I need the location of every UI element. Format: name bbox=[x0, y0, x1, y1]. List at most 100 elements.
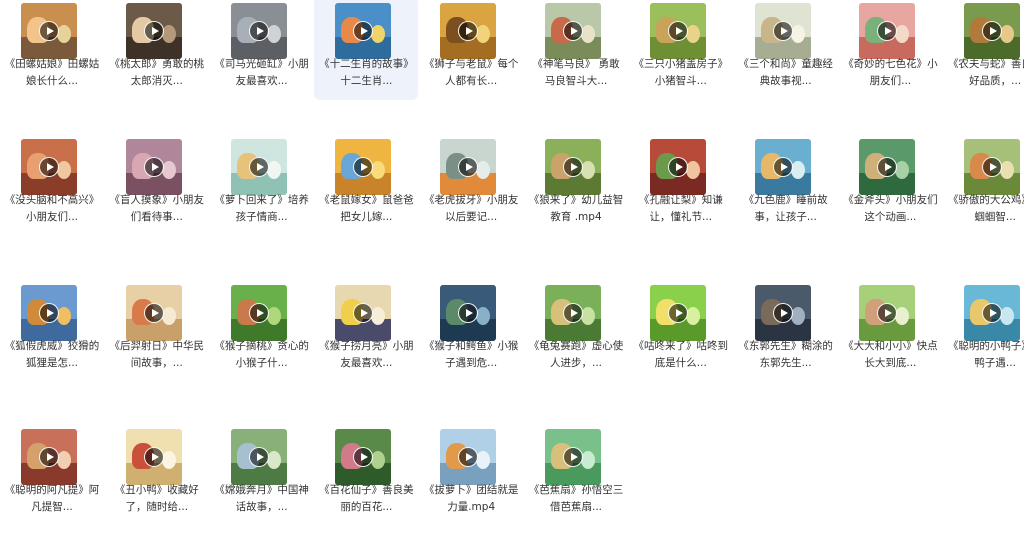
play-icon bbox=[39, 447, 59, 467]
video-file-item[interactable]: 《奇妙的七色花》小朋友们... bbox=[838, 0, 942, 100]
video-file-item[interactable]: 《萝卜回来了》培养孩子情商... bbox=[210, 132, 314, 228]
video-thumbnail[interactable] bbox=[335, 285, 392, 341]
video-file-item[interactable]: 《九色鹿》睡前故事，让孩子... bbox=[734, 132, 838, 228]
video-thumbnail[interactable] bbox=[230, 285, 287, 341]
thumbnail-character bbox=[790, 161, 805, 179]
video-thumbnail[interactable] bbox=[440, 3, 497, 59]
video-file-name: 《猴子捞月亮》小朋友最喜欢... bbox=[319, 340, 414, 369]
video-thumbnail[interactable] bbox=[21, 139, 77, 195]
video-thumbnail[interactable] bbox=[125, 139, 182, 195]
video-thumbnail[interactable] bbox=[964, 3, 1021, 59]
video-thumbnail[interactable] bbox=[649, 285, 706, 341]
video-thumbnail[interactable] bbox=[545, 285, 601, 341]
video-file-item[interactable]: 《聪明的阿凡提》阿凡提智... bbox=[0, 422, 104, 518]
video-thumbnail[interactable] bbox=[859, 285, 916, 341]
video-thumbnail[interactable] bbox=[125, 3, 182, 59]
video-file-item[interactable]: 《猴子和鳄鱼》小猴子遇到危... bbox=[419, 278, 523, 374]
video-file-name: 《盲人摸象》小朋友们看待事... bbox=[109, 194, 205, 223]
video-thumbnail[interactable] bbox=[21, 285, 77, 341]
video-file-item[interactable]: 《狐假虎威》狡猾的狐狸是怎... bbox=[0, 278, 104, 374]
video-file-item[interactable]: 《盲人摸象》小朋友们看待事... bbox=[105, 132, 209, 228]
video-thumbnail[interactable] bbox=[545, 139, 601, 195]
video-file-item[interactable]: 《后羿射日》中华民间故事，... bbox=[105, 278, 209, 374]
video-file-item[interactable]: 《骄傲的大公鸡》小蝈蝈智... bbox=[943, 132, 1024, 228]
video-file-item[interactable]: 《猴子摘桃》贪心的小猴子什... bbox=[210, 278, 314, 374]
video-file-item[interactable]: 《神笔马良》 勇敢马良智斗大... bbox=[524, 0, 628, 100]
video-file-item[interactable]: 《没头脑和不高兴》小朋友们... bbox=[0, 132, 104, 228]
video-file-name: 《桃太郎》勇敢的桃太郎消灭... bbox=[109, 58, 205, 87]
thumbnail-character bbox=[685, 307, 700, 325]
video-thumbnail[interactable] bbox=[649, 3, 706, 59]
play-icon bbox=[143, 157, 164, 177]
play-icon bbox=[143, 447, 164, 467]
thumbnail-character bbox=[57, 161, 71, 179]
video-file-item[interactable]: 《东郭先生》糊涂的东郭先生... bbox=[734, 278, 838, 374]
video-file-name: 《狐假虎威》狡猾的狐狸是怎... bbox=[4, 340, 100, 369]
video-file-item[interactable]: 《猴子捞月亮》小朋友最喜欢... bbox=[314, 278, 418, 374]
video-file-item[interactable]: 《芭蕉扇》孙悟空三借芭蕉扇... bbox=[524, 422, 628, 518]
video-file-name: 《龟兔赛跑》虚心使人进步，... bbox=[528, 340, 624, 369]
video-file-item[interactable]: 《三只小猪盖房子》小猪智斗... bbox=[629, 0, 733, 100]
video-file-name: 《聪明的小鸭子》小鸭子遇... bbox=[947, 340, 1024, 369]
video-file-item[interactable]: 《拔萝卜》团结就是力量.mp4 bbox=[419, 422, 523, 518]
video-file-name: 《狮子与老鼠》每个人都有长... bbox=[423, 58, 519, 87]
video-thumbnail[interactable] bbox=[754, 139, 811, 195]
play-icon bbox=[248, 303, 269, 323]
video-thumbnail[interactable] bbox=[335, 3, 392, 59]
play-icon bbox=[143, 21, 164, 41]
video-thumbnail[interactable] bbox=[230, 429, 287, 485]
video-file-item[interactable]: 《老虎拔牙》小朋友以后要记... bbox=[419, 132, 523, 228]
video-file-item[interactable]: 《咕咚来了》咕咚到底是什么... bbox=[629, 278, 733, 374]
video-thumbnail[interactable] bbox=[335, 429, 392, 485]
thumbnail-character bbox=[161, 307, 176, 325]
video-file-item[interactable]: 《狮子与老鼠》每个人都有长... bbox=[419, 0, 523, 100]
video-file-item[interactable]: 《丑小鸭》收藏好了，随时给... bbox=[105, 422, 209, 518]
video-file-item[interactable]: 《农夫与蛇》善良是好品质，... bbox=[943, 0, 1024, 100]
video-thumbnail[interactable] bbox=[964, 285, 1021, 341]
video-thumbnail[interactable] bbox=[440, 285, 497, 341]
video-file-name: 《骄傲的大公鸡》小蝈蝈智... bbox=[947, 194, 1024, 223]
video-thumbnail[interactable] bbox=[125, 429, 182, 485]
video-thumbnail[interactable] bbox=[230, 139, 287, 195]
video-file-item[interactable]: 《百花仙子》善良美丽的百花... bbox=[314, 422, 418, 518]
video-thumbnail[interactable] bbox=[859, 3, 916, 59]
video-thumbnail[interactable] bbox=[21, 3, 77, 59]
video-file-item[interactable]: 《十二生肖的故事》 十二生肖... bbox=[314, 0, 419, 100]
thumbnail-character bbox=[266, 451, 281, 469]
video-file-item[interactable]: 《嫦娥奔月》中国神话故事，... bbox=[210, 422, 314, 518]
video-thumbnail[interactable] bbox=[859, 139, 916, 195]
video-file-name: 《金斧头》小朋友们这个动画... bbox=[843, 194, 938, 223]
video-thumbnail[interactable] bbox=[440, 429, 497, 485]
video-thumbnail[interactable] bbox=[964, 139, 1021, 195]
video-thumbnail[interactable] bbox=[545, 429, 601, 485]
video-file-name: 《奇妙的七色花》小朋友们... bbox=[843, 58, 938, 87]
video-file-name: 《三只小猪盖房子》小猪智斗... bbox=[633, 58, 729, 87]
video-file-item[interactable]: 《金斧头》小朋友们这个动画... bbox=[838, 132, 942, 228]
video-file-item[interactable]: 《大大和小小》快点长大到底... bbox=[838, 278, 942, 374]
video-thumbnail[interactable] bbox=[754, 285, 811, 341]
video-file-item[interactable]: 《龟兔赛跑》虚心使人进步，... bbox=[524, 278, 628, 374]
video-file-item[interactable]: 《老鼠嫁女》鼠爸爸把女儿嫁... bbox=[314, 132, 418, 228]
video-file-item[interactable]: 《三个和尚》童趣经典故事视... bbox=[734, 0, 838, 100]
video-thumbnail[interactable] bbox=[754, 3, 811, 59]
video-thumbnail[interactable] bbox=[649, 139, 706, 195]
video-thumbnail[interactable] bbox=[230, 3, 287, 59]
video-file-name: 《拔萝卜》团结就是力量.mp4 bbox=[423, 484, 519, 513]
video-file-item[interactable]: 《桃太郎》勇敢的桃太郎消灭... bbox=[105, 0, 209, 100]
video-file-name: 《嫦娥奔月》中国神话故事，... bbox=[214, 484, 309, 513]
video-file-name: 《农夫与蛇》善良是好品质，... bbox=[947, 58, 1024, 87]
video-file-item[interactable]: 《狼来了》幼儿益智教育 .mp4 bbox=[524, 132, 628, 228]
video-thumbnail[interactable] bbox=[125, 285, 182, 341]
video-thumbnail[interactable] bbox=[545, 3, 601, 59]
video-file-item[interactable]: 《司马光砸缸》小朋友最喜欢... bbox=[210, 0, 314, 100]
video-thumbnail[interactable] bbox=[335, 139, 392, 195]
video-file-item[interactable]: 《聪明的小鸭子》小鸭子遇... bbox=[943, 278, 1024, 374]
video-file-name: 《后羿射日》中华民间故事，... bbox=[109, 340, 205, 369]
thumbnail-character bbox=[57, 25, 71, 43]
play-icon bbox=[667, 21, 688, 41]
video-thumbnail[interactable] bbox=[21, 429, 77, 485]
video-thumbnail[interactable] bbox=[440, 139, 497, 195]
video-file-item[interactable]: 《孔融让梨》知谦让，懂礼节... bbox=[629, 132, 733, 228]
thumbnail-character bbox=[581, 161, 595, 179]
video-file-item[interactable]: 《田螺姑娘》田螺姑娘长什么... bbox=[0, 0, 104, 100]
